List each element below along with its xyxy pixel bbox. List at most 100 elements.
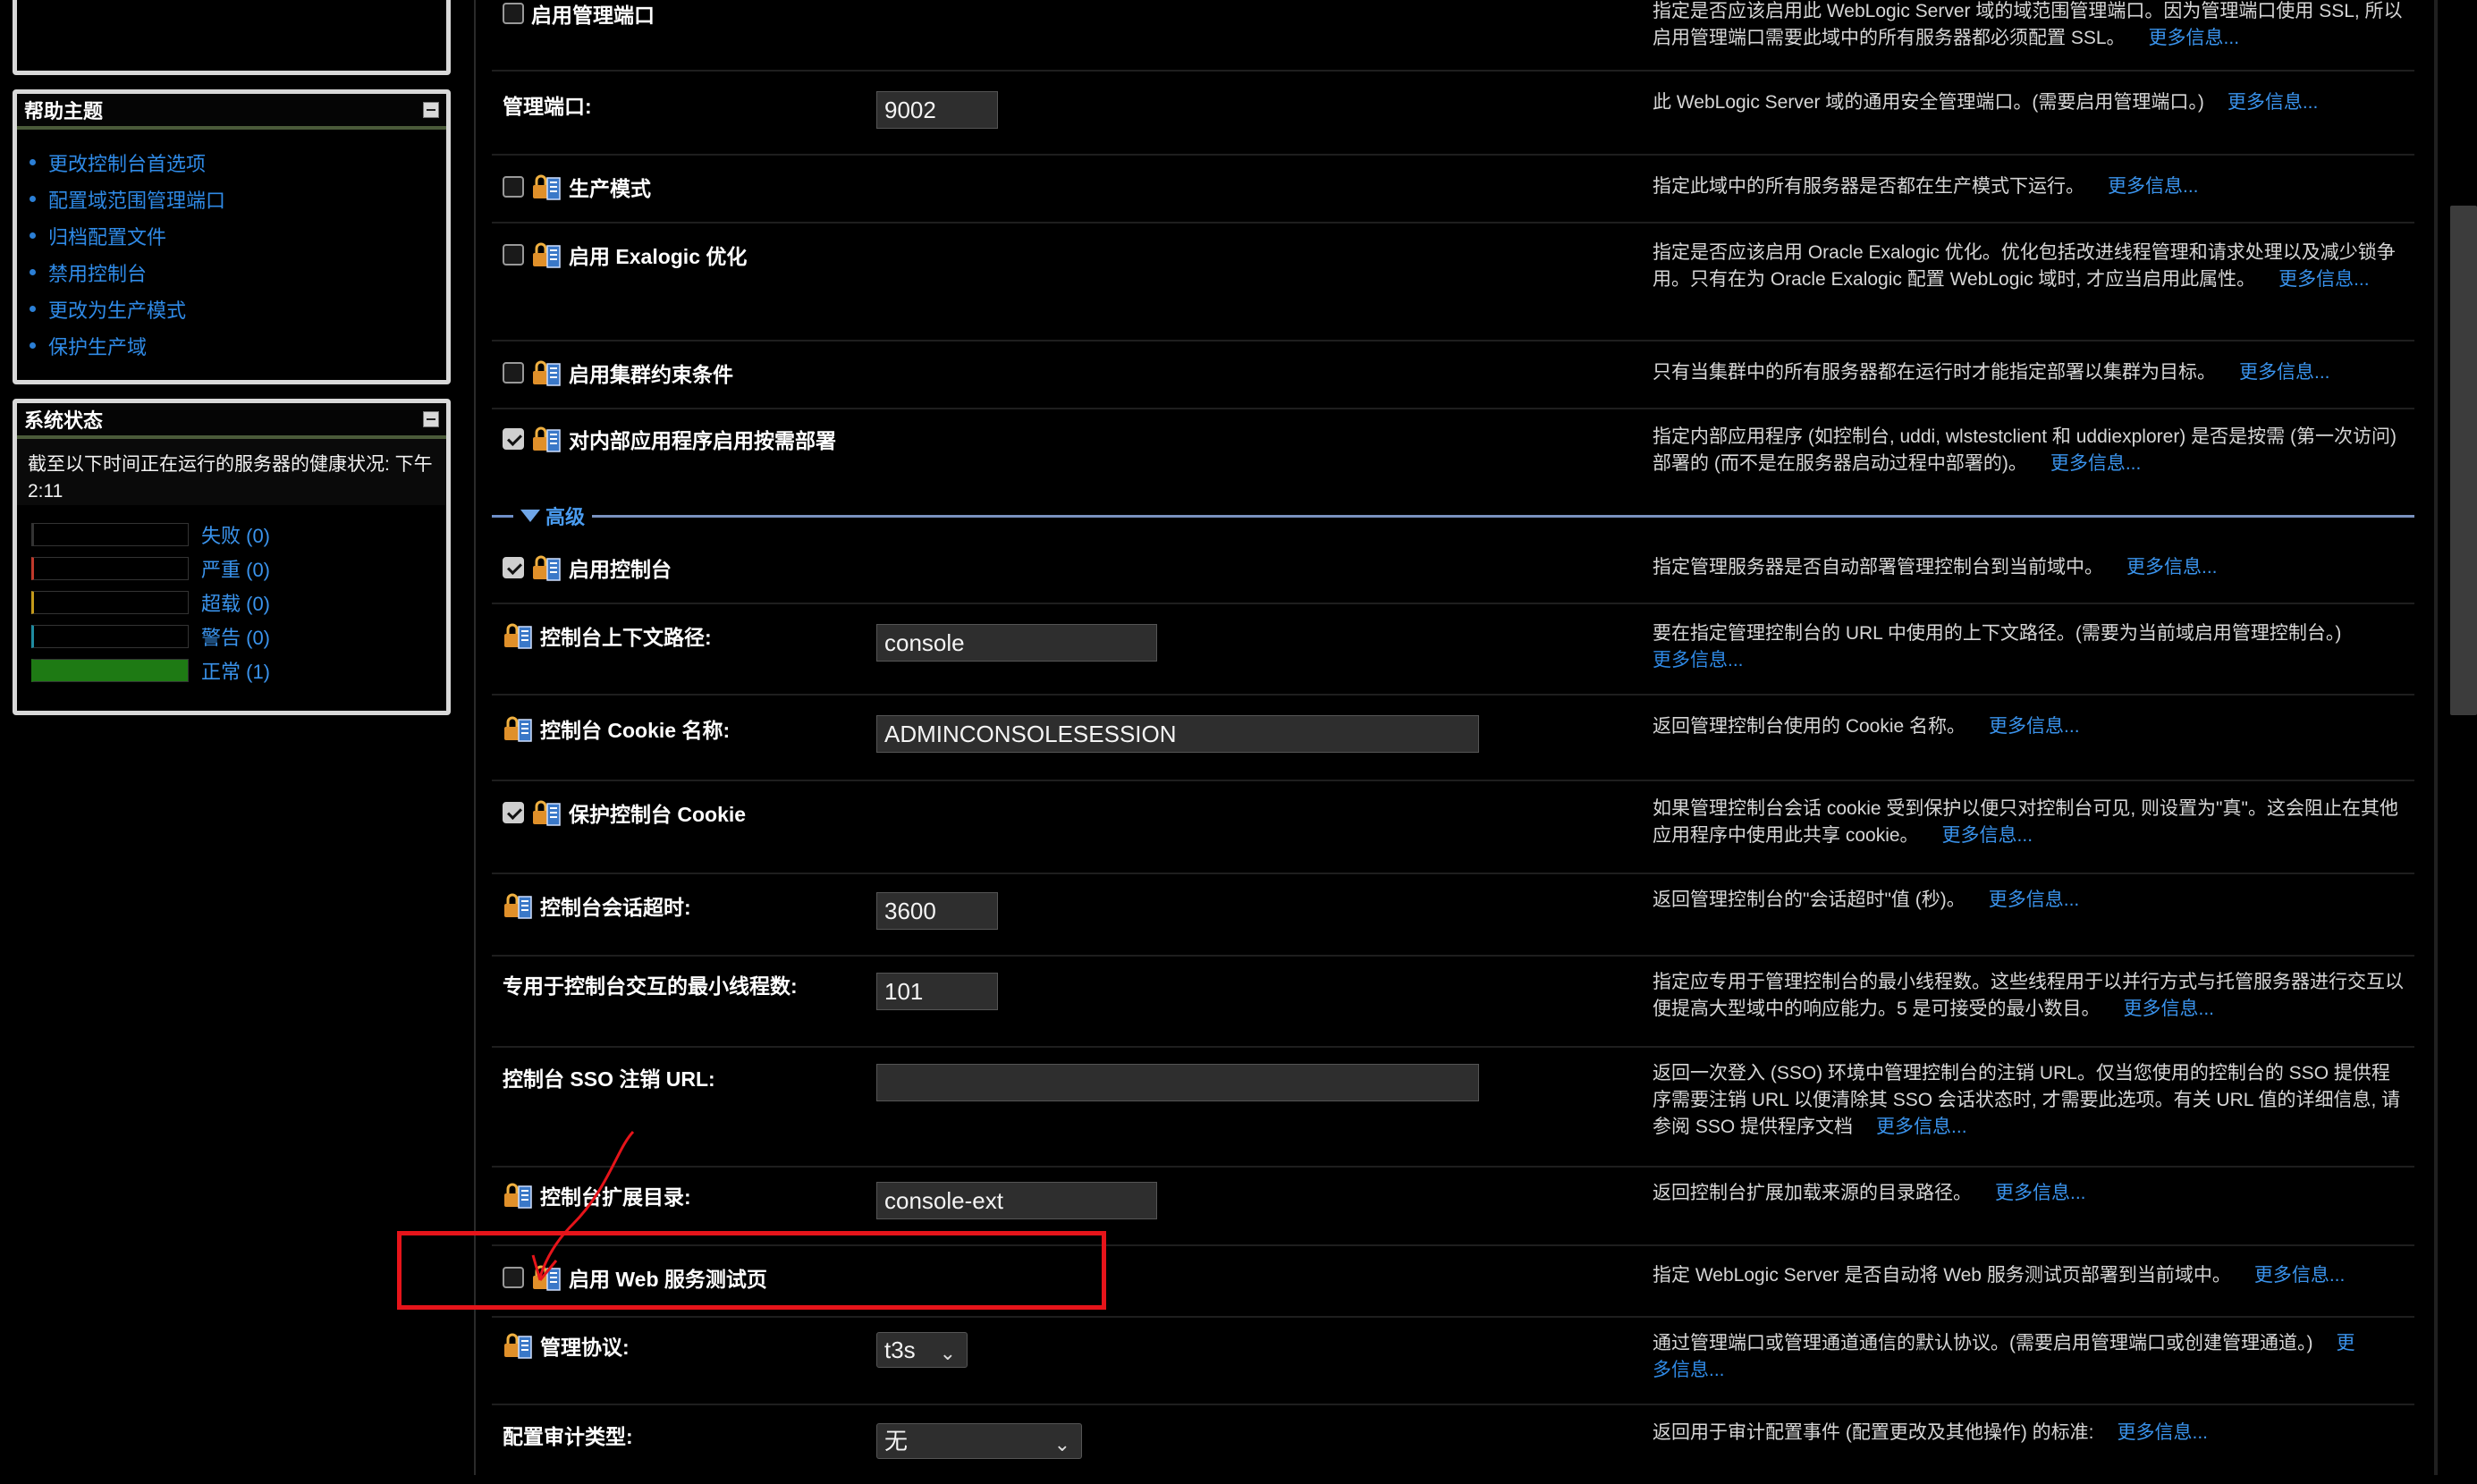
on-demand-deploy-checkbox[interactable] — [503, 428, 524, 450]
help-topics-title: 帮助主题 — [24, 100, 104, 122]
min-threads-input[interactable]: 101 — [876, 973, 998, 1010]
collapse-icon[interactable] — [423, 102, 439, 118]
description-text: 指定是否应该启用此 WebLogic Server 域的域范围管理端口。因为管理… — [1653, 1, 2403, 48]
more-info-link[interactable]: 更多信息... — [2050, 453, 2142, 474]
help-link[interactable]: 更改为生产模式 — [48, 295, 186, 324]
description-text: 此 WebLogic Server 域的通用安全管理端口。(需要启用管理端口。) — [1653, 92, 2204, 113]
description-text: 指定内部应用程序 (如控制台, uddi, wlstestclient 和 ud… — [1653, 426, 2397, 474]
more-info-link[interactable]: 更多信息... — [1653, 650, 1744, 670]
setting-label: 对内部应用程序启用按需部署 — [569, 429, 836, 452]
status-rows: 失败 (0) 严重 (0) 超载 (0) 警告 (0) 正常 (1) — [17, 505, 446, 687]
help-link-item[interactable]: 保护生产域 — [30, 327, 446, 364]
status-label[interactable]: 失败 (0) — [201, 520, 270, 549]
status-bar — [31, 591, 189, 614]
more-info-link[interactable]: 更多信息... — [1942, 825, 2033, 846]
more-info-link[interactable]: 更多信息... — [1876, 1117, 1967, 1137]
audit-type-select[interactable]: 无 ⌄ — [876, 1423, 1082, 1459]
setting-description: 要在指定管理控制台的 URL 中使用的上下文路径。(需要为当前域启用管理控制台。… — [1653, 620, 2404, 674]
more-info-link[interactable]: 更多信息... — [2124, 999, 2215, 1019]
setting-label: 控制台上下文路径: — [540, 626, 712, 649]
status-bar-fill — [34, 660, 188, 681]
help-topics-list: 更改控制台首选项 配置域范围管理端口 归档配置文件 禁用控制台 更改为生产模式 … — [17, 130, 446, 364]
help-link-item[interactable]: 更改为生产模式 — [30, 291, 446, 327]
setting-description: 指定是否应该启用此 WebLogic Server 域的域范围管理端口。因为管理… — [1653, 0, 2404, 52]
status-bar — [31, 523, 189, 546]
help-topics-header: 帮助主题 — [17, 94, 446, 130]
more-info-link[interactable]: 更多信息... — [1989, 716, 2080, 737]
more-info-link[interactable]: 更多信息... — [2239, 362, 2330, 383]
help-link-item[interactable]: 更改控制台首选项 — [30, 144, 446, 181]
setting-row: 控制台上下文路径: console 要在指定管理控制台的 URL 中使用的上下文… — [492, 603, 2414, 696]
more-info-link[interactable]: 更多信息... — [2108, 176, 2199, 197]
help-link-item[interactable]: 禁用控制台 — [30, 254, 446, 291]
collapse-icon[interactable] — [423, 411, 439, 427]
help-link[interactable]: 更改控制台首选项 — [48, 148, 206, 177]
lock-icon — [531, 240, 562, 269]
description-text: 只有当集群中的所有服务器都在运行时才能指定部署以集群为目标。 — [1653, 362, 2216, 383]
admin-port-input[interactable]: 9002 — [876, 91, 998, 129]
sso-logout-url-input[interactable] — [876, 1064, 1479, 1101]
section-divider — [592, 514, 2414, 518]
status-description-box: 截至以下时间正在运行的服务器的健康状况: 下午2:11 — [17, 439, 446, 505]
exalogic-checkbox[interactable] — [503, 244, 524, 266]
description-text: 返回管理控制台使用的 Cookie 名称。 — [1653, 716, 1966, 737]
setting-row: 生产模式 指定此域中的所有服务器是否都在生产模式下运行。 更多信息... — [492, 154, 2414, 223]
advanced-section-header[interactable]: 高级 — [492, 502, 2414, 529]
setting-label: 生产模式 — [569, 177, 651, 200]
expand-triangle-icon[interactable] — [520, 510, 540, 522]
setting-row: 专用于控制台交互的最小线程数: 101 指定应专用于管理控制台的最小线程数。这些… — [492, 955, 2414, 1048]
more-info-link[interactable]: 更多信息... — [2149, 28, 2240, 48]
setting-description: 如果管理控制台会话 cookie 受到保护以便只对控制台可见, 则设置为"真"。… — [1653, 796, 2404, 849]
console-cookie-name-input[interactable]: ADMINCONSOLESESSION — [876, 715, 1479, 753]
help-link-item[interactable]: 配置域范围管理端口 — [30, 181, 446, 217]
help-link-item[interactable]: 归档配置文件 — [30, 217, 446, 254]
console-ext-dir-input[interactable]: console-ext — [876, 1182, 1157, 1219]
status-row: 失败 (0) — [31, 518, 446, 552]
more-info-link[interactable]: 更多信息... — [2118, 1422, 2209, 1443]
description-text: 指定 WebLogic Server 是否自动将 Web 服务测试页部署到当前域… — [1653, 1265, 2231, 1286]
more-info-link[interactable]: 更多信息... — [1989, 890, 2080, 910]
admin-port-enable-checkbox[interactable] — [503, 3, 524, 24]
console-context-path-input[interactable]: console — [876, 624, 1157, 662]
more-info-link-cont[interactable]: 多信息... — [1653, 1360, 1725, 1380]
lock-icon — [531, 553, 562, 582]
status-label[interactable]: 正常 (1) — [201, 656, 270, 685]
help-link[interactable]: 禁用控制台 — [48, 258, 147, 287]
status-label[interactable]: 警告 (0) — [201, 622, 270, 651]
more-info-link-cont[interactable]: 息... — [2335, 269, 2370, 290]
scrollbar-thumb[interactable] — [2450, 206, 2477, 715]
description-text: 返回管理控制台的"会话超时"值 (秒)。 — [1653, 890, 1966, 910]
setting-description: 此 WebLogic Server 域的通用安全管理端口。(需要启用管理端口。)… — [1653, 89, 2404, 116]
more-info-link[interactable]: 更多信息... — [2254, 1265, 2346, 1286]
setting-description: 通过管理端口或管理通道通信的默认协议。(需要启用管理端口或创建管理通道。) 更多信… — [1653, 1330, 2404, 1384]
setting-label: 配置审计类型: — [503, 1425, 633, 1448]
setting-row: 控制台 Cookie 名称: ADMINCONSOLESESSION 返回管理控… — [492, 694, 2414, 781]
more-info-link[interactable]: 更多信息... — [1995, 1183, 2086, 1203]
help-link[interactable]: 配置域范围管理端口 — [48, 185, 225, 214]
more-info-link[interactable]: 更多信 — [2278, 269, 2335, 290]
production-mode-checkbox[interactable] — [503, 176, 524, 198]
change-center-panel — [13, 0, 451, 75]
cluster-constraints-checkbox[interactable] — [503, 362, 524, 384]
protect-cookie-checkbox[interactable] — [503, 802, 524, 823]
description-text: 指定管理服务器是否自动部署管理控制台到当前域中。 — [1653, 557, 2103, 578]
setting-label: 控制台 Cookie 名称: — [540, 719, 731, 742]
more-info-link[interactable]: 更多信息... — [2228, 92, 2319, 113]
help-link[interactable]: 保护生产域 — [48, 332, 147, 360]
session-timeout-input[interactable]: 3600 — [876, 892, 998, 930]
setting-label: 管理协议: — [540, 1336, 630, 1359]
setting-description: 指定管理服务器是否自动部署管理控制台到当前域中。 更多信息... — [1653, 554, 2404, 581]
more-info-link[interactable]: 更多信息... — [2126, 557, 2218, 578]
console-enabled-checkbox[interactable] — [503, 557, 524, 578]
setting-label: 控制台会话超时: — [540, 896, 691, 919]
status-row: 超载 (0) — [31, 586, 446, 620]
status-label[interactable]: 超载 (0) — [201, 588, 270, 617]
advanced-section-title[interactable]: 高级 — [545, 502, 585, 530]
lock-icon — [531, 173, 562, 201]
setting-row: 对内部应用程序启用按需部署 指定内部应用程序 (如控制台, uddi, wlst… — [492, 408, 2414, 493]
admin-protocol-select[interactable]: t3s ⌄ — [876, 1332, 968, 1368]
help-link[interactable]: 归档配置文件 — [48, 222, 166, 250]
more-info-link[interactable]: 更 — [2336, 1333, 2354, 1353]
description-text: 指定此域中的所有服务器是否都在生产模式下运行。 — [1653, 176, 2084, 197]
status-label[interactable]: 严重 (0) — [201, 554, 270, 583]
